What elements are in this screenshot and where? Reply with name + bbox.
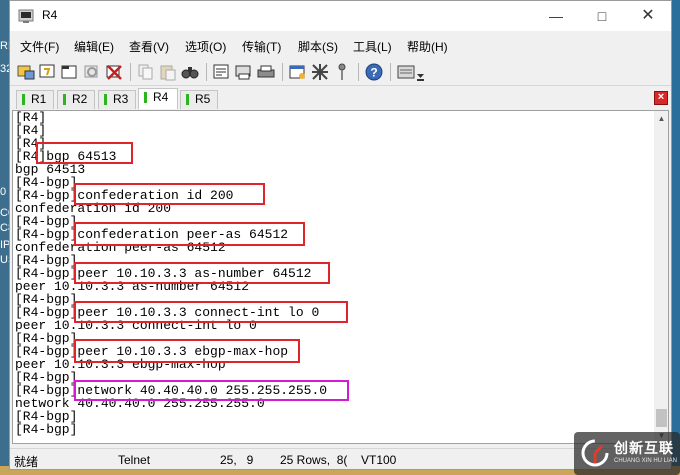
tab-r3[interactable]: R3 [98, 90, 136, 109]
paste-icon[interactable] [158, 62, 178, 82]
terminal-line: [R4-bgp] [15, 422, 78, 437]
tab-status-mark [186, 94, 189, 105]
status-ready: 就绪 [14, 455, 39, 469]
connect-icon[interactable] [16, 62, 36, 82]
connect-tab-icon[interactable] [60, 62, 80, 82]
menu-help[interactable]: 帮助(H) [407, 38, 448, 55]
menu-transfer[interactable]: 传输(T) [242, 38, 281, 55]
quick-connect-icon[interactable] [38, 62, 58, 82]
disconnect-icon[interactable] [104, 62, 124, 82]
menu-options[interactable]: 选项(O) [185, 38, 226, 55]
highlight-box-confed-peer [74, 222, 305, 246]
tab-label: R3 [113, 92, 129, 106]
tab-status-mark [104, 94, 107, 105]
highlight-box-ebgp-max-hop [74, 339, 300, 363]
toolbar-separator [130, 63, 131, 81]
highlight-box-network [74, 380, 349, 401]
status-protocol: Telnet [118, 453, 151, 467]
terminal-line: [R4] [15, 123, 47, 138]
toolbar-separator [282, 63, 283, 81]
print-icon[interactable] [256, 62, 276, 82]
copy-icon[interactable] [136, 62, 156, 82]
tab-r1[interactable]: R1 [16, 90, 54, 109]
menu-file[interactable]: 文件(F) [20, 38, 59, 55]
tab-label: R1 [31, 92, 47, 106]
status-cursor: 25, 9 [220, 453, 254, 467]
menu-edit[interactable]: 编辑(E) [74, 38, 114, 55]
minimize-button[interactable]: — [533, 1, 579, 31]
toolbar-separator [358, 63, 359, 81]
tab-label: R2 [72, 92, 88, 106]
tab-status-mark [144, 92, 147, 103]
status-emulation: VT100 [361, 453, 397, 467]
toolbar: ? [10, 58, 671, 86]
status-size: 25 Rows, 8( [280, 453, 348, 467]
app-icon [18, 9, 34, 23]
title-bar[interactable]: R4 — □ ✕ [10, 1, 671, 31]
highlight-box-bgp [36, 142, 133, 164]
toolbar-separator [390, 63, 391, 81]
close-button[interactable]: ✕ [625, 1, 671, 31]
watermark-logo: 创新互联 CHUANG XIN HU LIAN [574, 432, 680, 475]
toolbar-more-icon[interactable] [416, 62, 425, 82]
reconnect-icon[interactable] [82, 62, 102, 82]
vertical-scrollbar[interactable]: ▲ ▼ [654, 111, 668, 443]
svg-text:?: ? [370, 66, 377, 80]
tab-status-mark [63, 94, 66, 105]
key-icon[interactable] [332, 62, 352, 82]
scroll-thumb[interactable] [656, 409, 667, 427]
tab-r5[interactable]: R5 [180, 90, 218, 109]
tab-r4[interactable]: R4 [138, 88, 178, 109]
tab-label: R4 [153, 90, 169, 104]
desktop-text: 0 [0, 186, 7, 198]
find-icon[interactable] [180, 62, 200, 82]
menu-script[interactable]: 脚本(S) [298, 38, 338, 55]
brand-name: 创新互联 [614, 440, 674, 456]
print-screen-icon[interactable] [234, 62, 254, 82]
print-setup-icon[interactable] [212, 62, 232, 82]
keymap-icon[interactable] [396, 62, 416, 82]
highlight-box-connect-int [74, 301, 348, 323]
tab-status-mark [22, 94, 25, 105]
help-icon[interactable]: ? [364, 62, 384, 82]
securecrt-window: R4 — □ ✕ 文件(F) 编辑(E) 查看(V) 选项(O) 传输(T) 脚… [9, 0, 672, 470]
tab-label: R5 [195, 92, 211, 106]
menu-bar: 文件(F) 编辑(E) 查看(V) 选项(O) 传输(T) 脚本(S) 工具(L… [10, 34, 671, 56]
status-bar: 就绪 Telnet 25, 9 25 Rows, 8( VT100 [10, 448, 671, 469]
maximize-button[interactable]: □ [579, 1, 625, 31]
highlight-box-confed-id [74, 183, 265, 205]
terminal-line: [R4] [15, 110, 47, 125]
window-title: R4 [42, 8, 58, 22]
toolbar-separator [206, 63, 207, 81]
tab-r2[interactable]: R2 [57, 90, 95, 109]
menu-tools[interactable]: 工具(L) [353, 38, 392, 55]
session-options-icon[interactable] [288, 62, 308, 82]
highlight-box-peer-as [74, 262, 330, 284]
global-options-icon[interactable] [310, 62, 330, 82]
scroll-up-arrow-icon[interactable]: ▲ [654, 111, 668, 126]
session-tab-bar: R1 R2 R3 R4 R5 × [10, 88, 671, 110]
brand-subtitle: CHUANG XIN HU LIAN [614, 458, 678, 464]
menu-view[interactable]: 查看(V) [129, 38, 169, 55]
desktop-background-left: RE 32 0 C0 C8 IP US [0, 0, 15, 475]
terminal-pane[interactable]: [R4] [R4] [R4] [R4]bgp 64513 bgp 64513 [… [12, 110, 669, 444]
brand-mark-icon [581, 439, 609, 467]
close-tab-icon[interactable]: × [654, 91, 668, 105]
